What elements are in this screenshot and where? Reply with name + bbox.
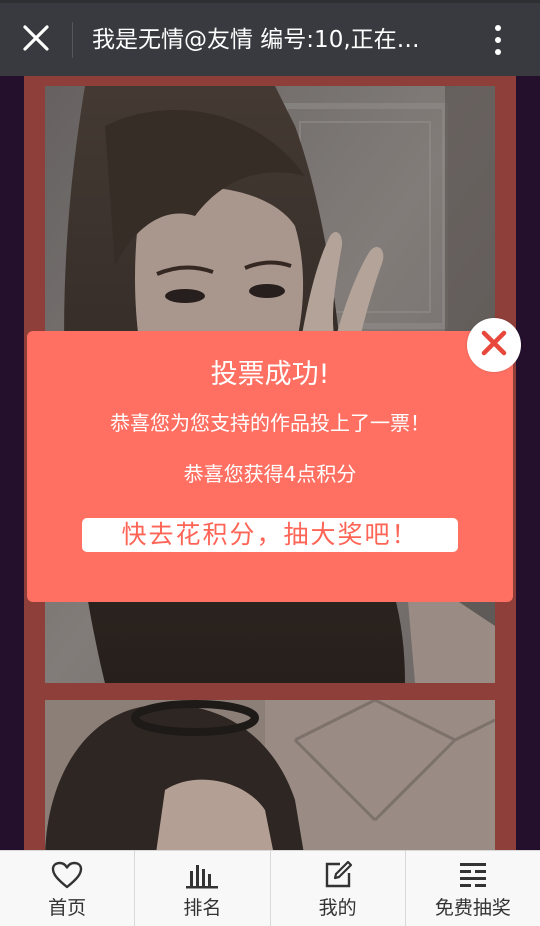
go-lottery-button[interactable]: 快去花积分，抽大奖吧！ xyxy=(82,518,458,552)
title-bar: 我是无情@友情 编号:10,正在… xyxy=(0,0,540,76)
points-message: 恭喜您获得4点积分 xyxy=(183,462,357,486)
tab-ranking[interactable]: 排名 xyxy=(135,851,271,926)
bottom-tabbar: 首页 排名 我的 免费抽奖 xyxy=(0,850,540,926)
lottery-icon xyxy=(456,860,490,890)
close-icon xyxy=(22,24,50,56)
dialog-message: 恭喜您为您支持的作品投上了一票！ xyxy=(110,411,430,435)
tab-label: 我的 xyxy=(318,897,357,919)
close-button[interactable] xyxy=(10,16,62,64)
tab-home[interactable]: 首页 xyxy=(0,851,136,926)
more-button[interactable] xyxy=(474,18,522,62)
title-divider xyxy=(72,22,73,58)
tab-label: 免费抽奖 xyxy=(434,897,511,919)
tab-label: 排名 xyxy=(183,897,222,919)
dialog-close-button[interactable] xyxy=(467,318,521,372)
page-title: 我是无情@友情 编号:10,正在… xyxy=(92,27,420,53)
status-strip xyxy=(0,0,540,3)
tab-mine[interactable]: 我的 xyxy=(271,851,406,926)
dialog-title: 投票成功! xyxy=(210,359,330,390)
tab-label: 首页 xyxy=(48,897,87,919)
close-x-icon xyxy=(481,330,507,360)
tab-lottery[interactable]: 免费抽奖 xyxy=(406,851,540,926)
edit-icon xyxy=(321,860,355,890)
more-vertical-icon xyxy=(495,25,501,31)
bar-chart-icon xyxy=(185,860,219,890)
heart-icon xyxy=(50,860,84,890)
vote-success-dialog: 投票成功! 恭喜您为您支持的作品投上了一票！ 恭喜您获得4点积分 快去花积分，抽… xyxy=(27,331,513,602)
contestant-photo-2[interactable] xyxy=(45,700,495,860)
